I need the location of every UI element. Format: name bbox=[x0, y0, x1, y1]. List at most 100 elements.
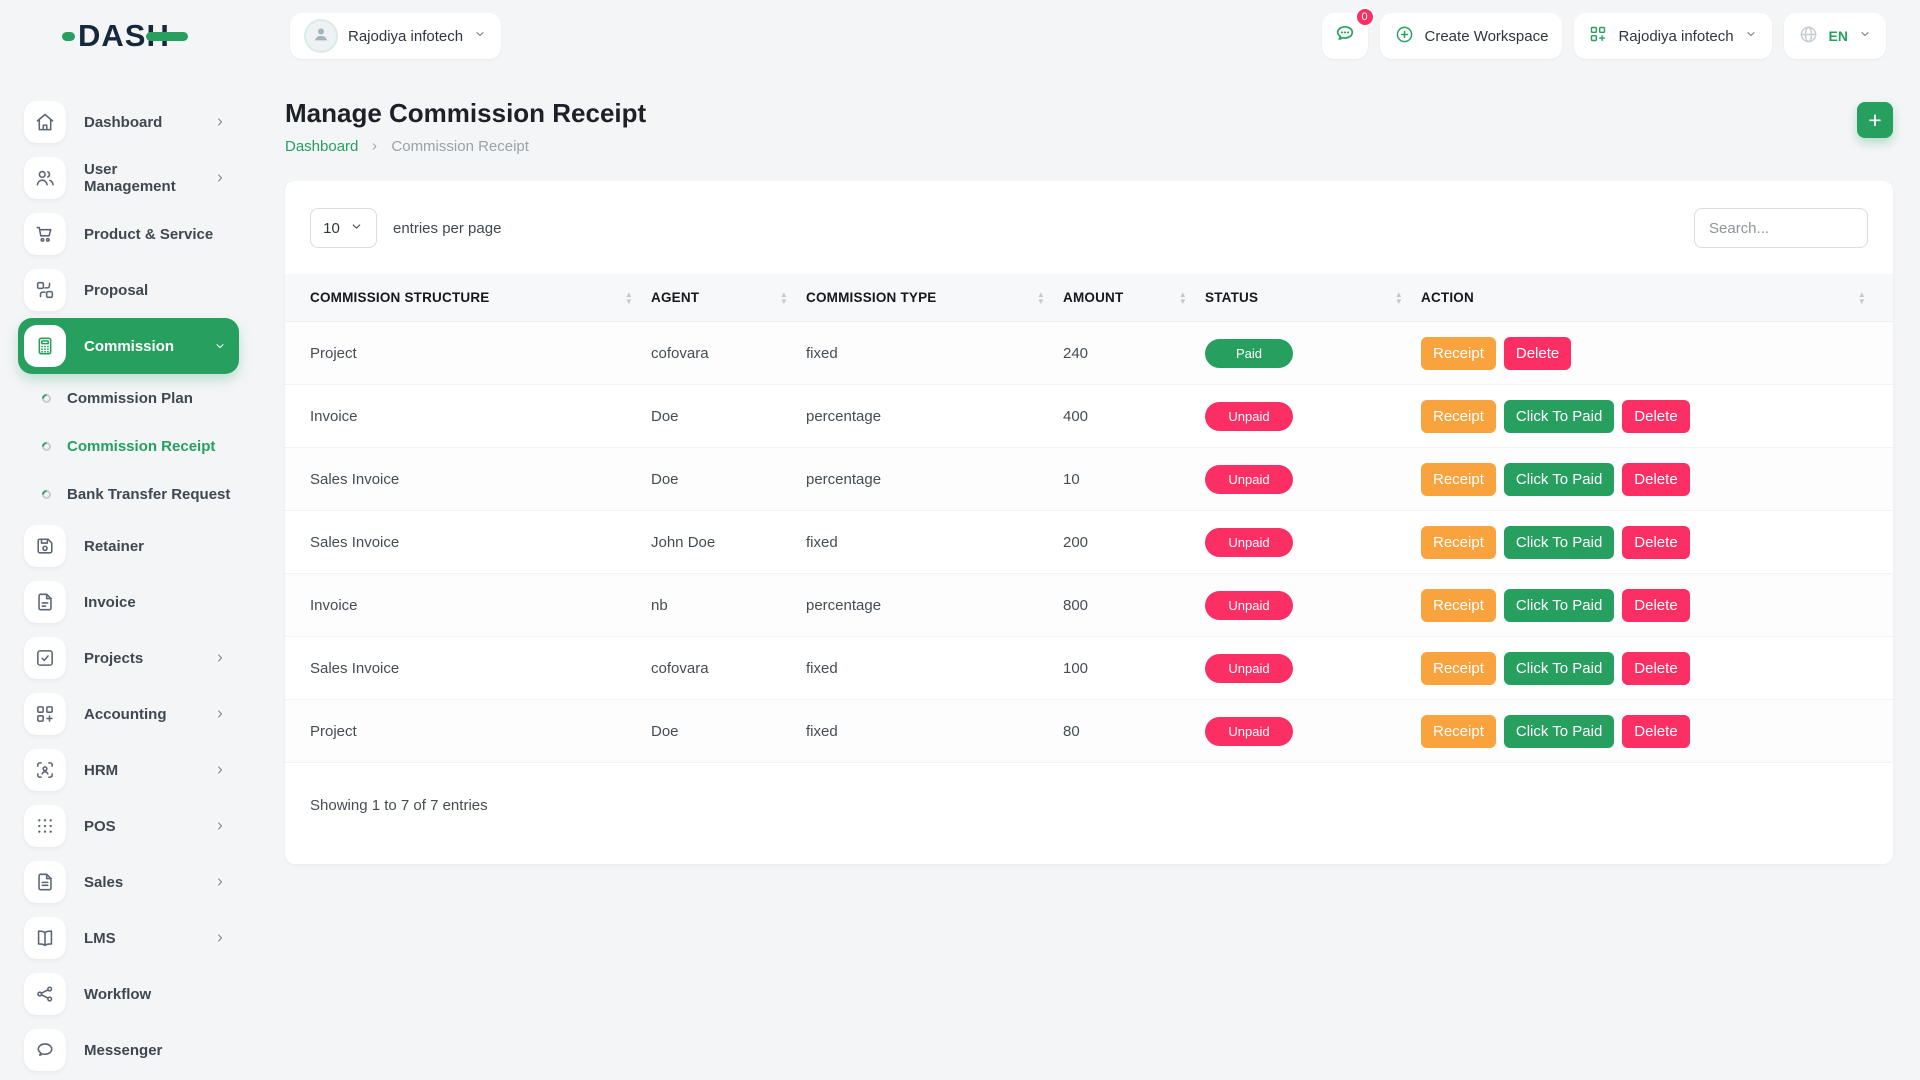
topbar-content: Rajodiya infotech 0 Create Workspace Raj… bbox=[255, 13, 1920, 59]
cell-actions: ReceiptClick To PaidDelete bbox=[1421, 400, 1868, 433]
column-header-commission-type[interactable]: COMMISSION TYPE▲▼ bbox=[806, 274, 1063, 321]
delete-button[interactable]: Delete bbox=[1622, 400, 1689, 433]
sidebar-item-label: HRM bbox=[84, 762, 195, 779]
sort-arrows-icon[interactable]: ▲▼ bbox=[625, 291, 633, 305]
receipt-button[interactable]: Receipt bbox=[1421, 463, 1496, 496]
click-to-paid-button[interactable]: Click To Paid bbox=[1504, 463, 1614, 496]
delete-button[interactable]: Delete bbox=[1622, 652, 1689, 685]
create-workspace-button[interactable]: Create Workspace bbox=[1380, 13, 1563, 59]
chevron-right-icon bbox=[213, 115, 227, 129]
topbar-right: 0 Create Workspace Rajodiya infotech EN bbox=[1322, 13, 1886, 59]
sidebar-item-product-service[interactable]: Product & Service bbox=[18, 206, 239, 262]
click-to-paid-button[interactable]: Click To Paid bbox=[1504, 715, 1614, 748]
receipt-button[interactable]: Receipt bbox=[1421, 337, 1496, 370]
sidebar-item-pos[interactable]: POS bbox=[18, 798, 239, 854]
table-row: Sales InvoiceDoepercentage10UnpaidReceip… bbox=[285, 448, 1893, 511]
sidebar-item-workflow[interactable]: Workflow bbox=[18, 966, 239, 1022]
delete-button[interactable]: Delete bbox=[1622, 715, 1689, 748]
sidebar-item-label: Proposal bbox=[84, 282, 227, 299]
delete-button[interactable]: Delete bbox=[1622, 589, 1689, 622]
breadcrumb: Dashboard Commission Receipt bbox=[285, 138, 646, 155]
share-nodes-icon bbox=[34, 983, 56, 1005]
click-to-paid-button[interactable]: Click To Paid bbox=[1504, 589, 1614, 622]
cell-structure: Invoice bbox=[310, 408, 651, 425]
cell-actions: ReceiptClick To PaidDelete bbox=[1421, 589, 1868, 622]
status-badge: Unpaid bbox=[1205, 654, 1293, 683]
entries-control: 10 entries per page bbox=[310, 208, 501, 248]
breadcrumb-dashboard-link[interactable]: Dashboard bbox=[285, 138, 358, 155]
brand-logo[interactable]: DASH bbox=[62, 18, 188, 54]
workspace-menu[interactable]: Rajodiya infotech bbox=[1574, 13, 1771, 59]
logo-accent-dash bbox=[146, 32, 188, 41]
column-header-agent[interactable]: AGENT▲▼ bbox=[651, 274, 806, 321]
receipt-button[interactable]: Receipt bbox=[1421, 715, 1496, 748]
page-title: Manage Commission Receipt bbox=[285, 98, 646, 129]
column-header-status[interactable]: STATUS ▲▼ bbox=[1205, 274, 1421, 321]
column-header-commission-structure[interactable]: COMMISSION STRUCTURE▲▼ bbox=[310, 274, 651, 321]
sidebar-item-commission-receipt[interactable]: Commission Receipt bbox=[18, 422, 239, 470]
sidebar-item-label: Invoice bbox=[84, 594, 227, 611]
click-to-paid-button[interactable]: Click To Paid bbox=[1504, 400, 1614, 433]
sidebar-item-projects[interactable]: Projects bbox=[18, 630, 239, 686]
status-badge: Unpaid bbox=[1205, 402, 1293, 431]
table-header-row: COMMISSION STRUCTURE▲▼AGENT▲▼COMMISSION … bbox=[285, 274, 1893, 322]
sidebar-item-accounting[interactable]: Accounting bbox=[18, 686, 239, 742]
sidebar-item-invoice[interactable]: Invoice bbox=[18, 574, 239, 630]
delete-button[interactable]: Delete bbox=[1504, 337, 1571, 370]
cell-type: percentage bbox=[806, 597, 1063, 614]
sidebar-item-messenger[interactable]: Messenger bbox=[18, 1022, 239, 1078]
cell-type: fixed bbox=[806, 660, 1063, 677]
sidebar-item-hrm[interactable]: HRM bbox=[18, 742, 239, 798]
cell-amount: 400 bbox=[1063, 408, 1205, 425]
entries-per-page-value: 10 bbox=[323, 220, 340, 237]
column-header-action[interactable]: ACTION▲▼ bbox=[1421, 274, 1868, 321]
sidebar-item-label: Accounting bbox=[84, 706, 195, 723]
sort-arrows-icon[interactable]: ▲▼ bbox=[1179, 291, 1187, 305]
sort-arrows-icon[interactable]: ▲▼ bbox=[780, 291, 788, 305]
sidebar-item-dashboard[interactable]: Dashboard bbox=[18, 94, 239, 150]
sidebar-item-commission-plan[interactable]: Commission Plan bbox=[18, 374, 239, 422]
sort-arrows-icon[interactable]: ▲▼ bbox=[1858, 291, 1866, 305]
sidebar-item-commission[interactable]: Commission bbox=[18, 318, 239, 374]
column-header-amount[interactable]: AMOUNT ▲▼ bbox=[1063, 274, 1205, 321]
delete-button[interactable]: Delete bbox=[1622, 463, 1689, 496]
status-badge: Unpaid bbox=[1205, 465, 1293, 494]
add-commission-receipt-button[interactable]: + bbox=[1857, 102, 1893, 138]
column-header-label: AMOUNT bbox=[1063, 290, 1123, 305]
entries-per-page-select[interactable]: 10 bbox=[310, 208, 377, 248]
receipt-button[interactable]: Receipt bbox=[1421, 589, 1496, 622]
delete-button[interactable]: Delete bbox=[1622, 526, 1689, 559]
sidebar-item-label: Commission bbox=[84, 338, 195, 355]
grid-plus-icon bbox=[34, 703, 56, 725]
sort-arrows-icon[interactable]: ▲▼ bbox=[1395, 291, 1403, 305]
click-to-paid-button[interactable]: Click To Paid bbox=[1504, 652, 1614, 685]
calculator-icon-box bbox=[24, 325, 66, 367]
sidebar-item-lms[interactable]: LMS bbox=[18, 910, 239, 966]
logo-accent-dot bbox=[62, 32, 75, 41]
user-menu[interactable]: Rajodiya infotech bbox=[290, 13, 501, 59]
sidebar-item-sales[interactable]: Sales bbox=[18, 854, 239, 910]
sidebar-item-bank-transfer-request[interactable]: Bank Transfer Request bbox=[18, 470, 239, 518]
receipt-button[interactable]: Receipt bbox=[1421, 526, 1496, 559]
language-menu[interactable]: EN bbox=[1784, 13, 1886, 59]
cell-actions: ReceiptClick To PaidDelete bbox=[1421, 526, 1868, 559]
sidebar-item-retainer[interactable]: Retainer bbox=[18, 518, 239, 574]
cell-agent: Doe bbox=[651, 471, 806, 488]
sidebar-item-proposal[interactable]: Proposal bbox=[18, 262, 239, 318]
person-icon bbox=[311, 24, 331, 44]
search-input[interactable] bbox=[1694, 208, 1868, 248]
cell-type: fixed bbox=[806, 345, 1063, 362]
chevron-down-icon bbox=[473, 27, 487, 41]
cell-type: fixed bbox=[806, 534, 1063, 551]
column-header-label: STATUS bbox=[1205, 290, 1258, 305]
cell-amount: 100 bbox=[1063, 660, 1205, 677]
sort-arrows-icon[interactable]: ▲▼ bbox=[1037, 291, 1045, 305]
messages-button[interactable]: 0 bbox=[1322, 13, 1368, 59]
receipt-button[interactable]: Receipt bbox=[1421, 652, 1496, 685]
receipt-button[interactable]: Receipt bbox=[1421, 400, 1496, 433]
chevron-right-icon bbox=[213, 763, 227, 777]
sidebar-item-user-management[interactable]: User Management bbox=[18, 150, 239, 206]
click-to-paid-button[interactable]: Click To Paid bbox=[1504, 526, 1614, 559]
cell-amount: 240 bbox=[1063, 345, 1205, 362]
commission-receipt-table: COMMISSION STRUCTURE▲▼AGENT▲▼COMMISSION … bbox=[285, 274, 1893, 763]
